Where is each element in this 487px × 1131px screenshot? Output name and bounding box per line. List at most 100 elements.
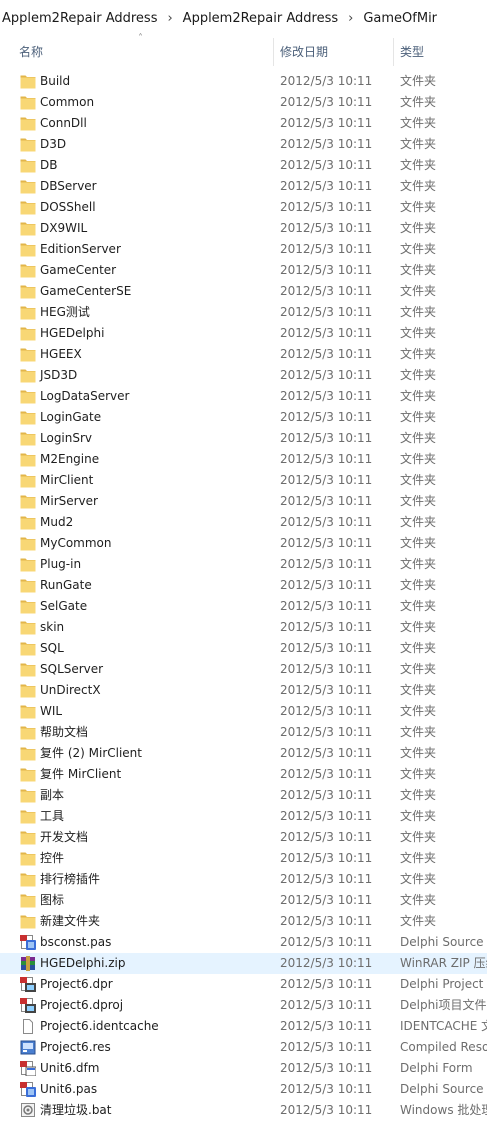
- file-row[interactable]: 开发文档 2012/5/3 10:11 文件夹: [0, 827, 487, 848]
- file-row[interactable]: Unit6.dfm 2012/5/3 10:11 Delphi Form: [0, 1058, 487, 1079]
- file-row[interactable]: RunGate 2012/5/3 10:11 文件夹: [0, 575, 487, 596]
- file-row[interactable]: SQLServer 2012/5/3 10:11 文件夹: [0, 659, 487, 680]
- file-name: 清理垃圾.bat: [40, 1103, 112, 1117]
- chevron-right-icon[interactable]: ›: [340, 11, 361, 26]
- file-row[interactable]: HGEEX 2012/5/3 10:11 文件夹: [0, 344, 487, 365]
- column-header-name[interactable]: 名称: [19, 36, 43, 67]
- file-name: HEG测试: [40, 305, 90, 319]
- file-row[interactable]: LoginSrv 2012/5/3 10:11 文件夹: [0, 428, 487, 449]
- file-row[interactable]: GameCenterSE 2012/5/3 10:11 文件夹: [0, 281, 487, 302]
- file-type: Delphi Source File: [400, 1082, 487, 1096]
- column-divider[interactable]: [393, 38, 394, 66]
- delphi-source-icon: [20, 1082, 36, 1097]
- file-type: 文件夹: [400, 683, 437, 697]
- file-name: HGEDelphi: [40, 326, 105, 340]
- file-row[interactable]: MirServer 2012/5/3 10:11 文件夹: [0, 491, 487, 512]
- file-row[interactable]: LogDataServer 2012/5/3 10:11 文件夹: [0, 386, 487, 407]
- file-type: 文件夹: [400, 95, 437, 109]
- file-name: GameCenter: [40, 263, 117, 277]
- file-name: 控件: [40, 851, 65, 865]
- file-row[interactable]: 新建文件夹 2012/5/3 10:11 文件夹: [0, 911, 487, 932]
- file-row[interactable]: UnDirectX 2012/5/3 10:11 文件夹: [0, 680, 487, 701]
- delphi-project-icon: [20, 998, 36, 1013]
- file-row[interactable]: ConnDll 2012/5/3 10:11 文件夹: [0, 113, 487, 134]
- file-name: GameCenterSE: [40, 284, 132, 298]
- folder-icon: [20, 221, 36, 236]
- file-row[interactable]: 控件 2012/5/3 10:11 文件夹: [0, 848, 487, 869]
- folder-icon: [20, 95, 36, 110]
- folder-icon: [20, 179, 36, 194]
- folder-icon: [20, 347, 36, 362]
- file-row[interactable]: DX9WIL 2012/5/3 10:11 文件夹: [0, 218, 487, 239]
- file-date: 2012/5/3 10:11: [280, 830, 373, 844]
- file-type: 文件夹: [400, 200, 437, 214]
- file-row[interactable]: JSD3D 2012/5/3 10:11 文件夹: [0, 365, 487, 386]
- breadcrumb-item[interactable]: Applem2Repair Address: [181, 11, 340, 26]
- file-row[interactable]: bsconst.pas 2012/5/3 10:11 Delphi Source F…: [0, 932, 487, 953]
- file-row[interactable]: Mud2 2012/5/3 10:11 文件夹: [0, 512, 487, 533]
- folder-icon: [20, 74, 36, 89]
- file-row[interactable]: 复件 MirClient 2012/5/3 10:11 文件夹: [0, 764, 487, 785]
- file-row[interactable]: 工具 2012/5/3 10:11 文件夹: [0, 806, 487, 827]
- column-header-date[interactable]: 修改日期: [280, 36, 328, 67]
- file-row[interactable]: 清理垃圾.bat 2012/5/3 10:11 Windows 批处理文件: [0, 1100, 487, 1121]
- file-row[interactable]: D3D 2012/5/3 10:11 文件夹: [0, 134, 487, 155]
- file-row[interactable]: HGEDelphi.zip 2012/5/3 10:11 WinRAR ZIP 压缩…: [0, 953, 487, 974]
- folder-icon: [20, 536, 36, 551]
- file-date: 2012/5/3 10:11: [280, 221, 373, 235]
- file-name: LoginGate: [40, 410, 102, 424]
- winrar-zip-icon: [20, 956, 36, 971]
- file-row[interactable]: skin 2012/5/3 10:11 文件夹: [0, 617, 487, 638]
- file-row[interactable]: Project6.res 2012/5/3 10:11 Compiled Resou…: [0, 1037, 487, 1058]
- file-row[interactable]: Project6.dpr 2012/5/3 10:11 Delphi Project…: [0, 974, 487, 995]
- file-date: 2012/5/3 10:11: [280, 746, 373, 760]
- file-date: 2012/5/3 10:11: [280, 284, 373, 298]
- file-name: JSD3D: [40, 368, 78, 382]
- file-row[interactable]: SQL 2012/5/3 10:11 文件夹: [0, 638, 487, 659]
- file-row[interactable]: WIL 2012/5/3 10:11 文件夹: [0, 701, 487, 722]
- file-type: 文件夹: [400, 557, 437, 571]
- delphi-form-icon: [20, 1061, 37, 1077]
- file-row[interactable]: HEG测试 2012/5/3 10:11 文件夹: [0, 302, 487, 323]
- folder-icon: [20, 284, 36, 299]
- chevron-right-icon[interactable]: ›: [159, 11, 180, 26]
- file-row[interactable]: 排行榜插件 2012/5/3 10:11 文件夹: [0, 869, 487, 890]
- file-row[interactable]: Common 2012/5/3 10:11 文件夹: [0, 92, 487, 113]
- column-divider[interactable]: [273, 38, 274, 66]
- file-row[interactable]: GameCenter 2012/5/3 10:11 文件夹: [0, 260, 487, 281]
- file-date: 2012/5/3 10:11: [280, 158, 373, 172]
- file-date: 2012/5/3 10:11: [280, 368, 373, 382]
- file-row[interactable]: Build 2012/5/3 10:11 文件夹: [0, 71, 487, 92]
- file-row[interactable]: Project6.dproj 2012/5/3 10:11 Delphi项目文件: [0, 995, 487, 1016]
- file-date: 2012/5/3 10:11: [280, 641, 373, 655]
- file-row[interactable]: MyCommon 2012/5/3 10:11 文件夹: [0, 533, 487, 554]
- breadcrumb-item[interactable]: GameOfMir: [361, 11, 439, 26]
- file-row[interactable]: HGEDelphi 2012/5/3 10:11 文件夹: [0, 323, 487, 344]
- breadcrumb-item[interactable]: Applem2Repair Address: [0, 11, 159, 26]
- folder-icon: [20, 389, 36, 404]
- file-row[interactable]: DOSShell 2012/5/3 10:11 文件夹: [0, 197, 487, 218]
- file-type: Compiled Resource: [400, 1040, 487, 1054]
- file-row[interactable]: 图标 2012/5/3 10:11 文件夹: [0, 890, 487, 911]
- column-header-type[interactable]: 类型: [400, 36, 424, 67]
- file-row[interactable]: LoginGate 2012/5/3 10:11 文件夹: [0, 407, 487, 428]
- file-row[interactable]: DB 2012/5/3 10:11 文件夹: [0, 155, 487, 176]
- file-row[interactable]: SelGate 2012/5/3 10:11 文件夹: [0, 596, 487, 617]
- folder-icon: [20, 368, 36, 383]
- file-row[interactable]: 复件 (2) MirClient 2012/5/3 10:11 文件夹: [0, 743, 487, 764]
- file-row[interactable]: M2Engine 2012/5/3 10:11 文件夹: [0, 449, 487, 470]
- file-row[interactable]: Project6.identcache 2012/5/3 10:11 IDENTCA…: [0, 1016, 487, 1037]
- file-date: 2012/5/3 10:11: [280, 473, 373, 487]
- file-date: 2012/5/3 10:11: [280, 788, 373, 802]
- file-row[interactable]: Plug-in 2012/5/3 10:11 文件夹: [0, 554, 487, 575]
- file-row[interactable]: Unit6.pas 2012/5/3 10:11 Delphi Source Fil…: [0, 1079, 487, 1100]
- file-date: 2012/5/3 10:11: [280, 74, 373, 88]
- file-row[interactable]: 副本 2012/5/3 10:11 文件夹: [0, 785, 487, 806]
- file-date: 2012/5/3 10:11: [280, 494, 373, 508]
- file-row[interactable]: MirClient 2012/5/3 10:11 文件夹: [0, 470, 487, 491]
- file-row[interactable]: 帮助文档 2012/5/3 10:11 文件夹: [0, 722, 487, 743]
- file-row[interactable]: EditionServer 2012/5/3 10:11 文件夹: [0, 239, 487, 260]
- folder-icon: [20, 326, 36, 341]
- file-type: 文件夹: [400, 893, 437, 907]
- file-row[interactable]: DBServer 2012/5/3 10:11 文件夹: [0, 176, 487, 197]
